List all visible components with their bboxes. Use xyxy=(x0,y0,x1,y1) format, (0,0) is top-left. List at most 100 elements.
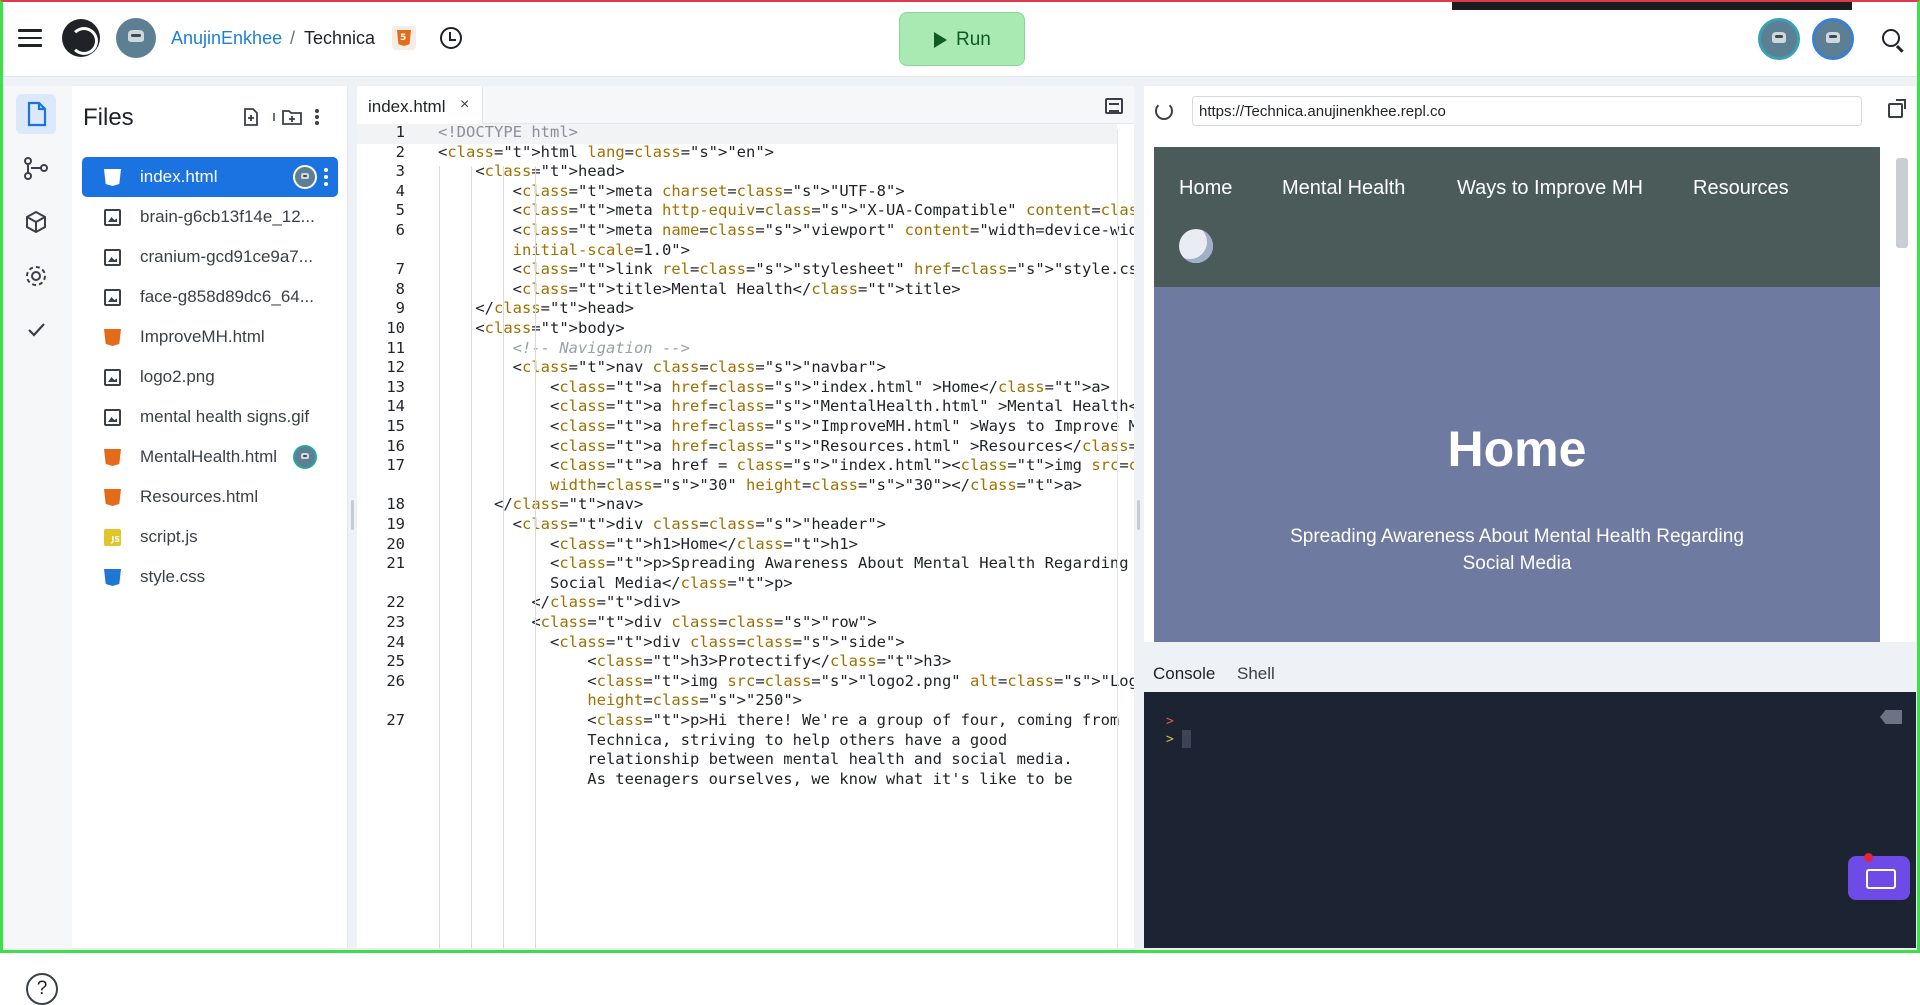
sidebar-rail: ? xyxy=(4,86,72,1005)
top-bar: AnujinEnkhee / Technica 5 Run xyxy=(0,0,1920,77)
indent-guide xyxy=(503,166,504,948)
file-name: mental health signs.gif xyxy=(140,407,310,426)
webview-panel: https://Technica.anujinenkhee.repl.co Ho… xyxy=(1144,86,1916,642)
file-item[interactable]: logo2.png xyxy=(82,357,338,397)
code-area[interactable]: 1 <!DOCTYPE html> 2 <class="t">html lang=cl… xyxy=(357,124,1134,948)
file-name: script.js xyxy=(140,527,198,546)
file-name: Resources.html xyxy=(140,487,259,506)
files-panel: Files index.html brain-g6cb13f14e_12...cr… xyxy=(72,86,348,948)
html5-language-icon[interactable]: 5 xyxy=(392,26,416,50)
site-nav-home[interactable]: Home xyxy=(1179,177,1232,200)
file-item[interactable]: mental health signs.gif xyxy=(82,397,338,437)
preview-scroll-thumb[interactable] xyxy=(1896,158,1908,248)
refresh-icon[interactable] xyxy=(1155,102,1173,120)
site-nav-ways-to-improve[interactable]: Ways to Improve MH xyxy=(1457,177,1643,200)
css-file-icon xyxy=(104,569,121,586)
new-folder-icon[interactable] xyxy=(282,108,302,126)
site-nav-mental-health[interactable]: Mental Health xyxy=(1282,177,1405,200)
user-avatar[interactable] xyxy=(116,18,156,58)
version-control-icon[interactable] xyxy=(16,148,56,188)
tab-index-html[interactable]: index.html × xyxy=(357,86,483,124)
console-panel: Console Shell > > xyxy=(1144,652,1916,948)
site-navbar: Home Mental Health Ways to Improve MH Re… xyxy=(1154,147,1880,287)
close-icon[interactable]: × xyxy=(460,96,469,114)
file-item[interactable]: style.css xyxy=(82,557,338,597)
file-menu-icon[interactable] xyxy=(324,168,328,186)
run-button[interactable]: Run xyxy=(899,12,1025,66)
breadcrumb-user[interactable]: AnujinEnkhee xyxy=(171,28,282,49)
file-item[interactable]: Resources.html xyxy=(82,477,338,517)
console-prompt: > xyxy=(1166,714,1174,729)
files-icon[interactable] xyxy=(16,94,56,134)
console-output[interactable]: > > xyxy=(1144,692,1916,948)
site-logo[interactable] xyxy=(1179,229,1213,263)
toolbar-divider xyxy=(272,108,276,126)
tab-shell[interactable]: Shell xyxy=(1237,664,1275,684)
notification-banner xyxy=(1452,0,1852,10)
console-input-prompt: > xyxy=(1166,732,1174,747)
clear-console-icon[interactable] xyxy=(1880,710,1902,724)
site-nav-resources[interactable]: Resources xyxy=(1693,177,1789,200)
file-name: ImproveMH.html xyxy=(140,327,265,346)
menu-icon[interactable] xyxy=(18,29,42,47)
file-list: index.html brain-g6cb13f14e_12... cranium-… xyxy=(82,157,338,597)
editor-tab-bar: index.html × xyxy=(357,86,1134,124)
file-item[interactable]: MentalHealth.html xyxy=(82,437,338,477)
open-in-new-tab-icon[interactable] xyxy=(1888,99,1906,118)
settings-gear-icon[interactable] xyxy=(16,256,56,296)
console-cursor xyxy=(1182,730,1191,748)
file-name: face-g858d89dc6_64... xyxy=(140,287,314,306)
html-file-icon xyxy=(104,329,121,346)
editor-scrollbar[interactable] xyxy=(1117,130,1127,948)
help-button[interactable]: ? xyxy=(26,973,58,1005)
tab-label: index.html xyxy=(368,97,446,116)
history-icon[interactable] xyxy=(440,27,462,49)
image-file-icon xyxy=(104,209,121,226)
check-icon[interactable] xyxy=(16,310,56,350)
chat-icon[interactable] xyxy=(1848,853,1910,900)
indent-guide xyxy=(471,166,472,948)
collaborator-avatar xyxy=(293,165,317,189)
url-input[interactable]: https://Technica.anujinenkhee.repl.co xyxy=(1192,96,1862,126)
site-preview: Home Mental Health Ways to Improve MH Re… xyxy=(1154,147,1880,642)
code-text: As teenagers ourselves, we know what it'… xyxy=(438,769,1073,788)
site-header: Home Spreading Awareness About Mental He… xyxy=(1154,287,1880,642)
file-item[interactable]: cranium-gcd91ce9a7... xyxy=(82,237,338,277)
file-name: logo2.png xyxy=(140,367,215,386)
replit-logo-icon[interactable] xyxy=(62,19,100,57)
editor-menu-icon[interactable] xyxy=(1105,98,1123,114)
site-subheading: Spreading Awareness About Mental Health … xyxy=(1290,526,1744,574)
image-file-icon xyxy=(104,249,121,266)
file-name: cranium-gcd91ce9a7... xyxy=(140,247,313,266)
file-item[interactable]: ImproveMH.html xyxy=(82,317,338,357)
files-resize-handle[interactable] xyxy=(351,500,354,530)
image-file-icon xyxy=(104,409,121,426)
html-file-icon xyxy=(104,489,121,506)
preview-scrollbar[interactable] xyxy=(1892,138,1910,638)
file-item[interactable]: JS script.js xyxy=(82,517,338,557)
breadcrumb-project[interactable]: Technica xyxy=(304,28,375,49)
html-file-icon xyxy=(104,169,121,186)
play-icon xyxy=(934,32,947,48)
file-item[interactable]: face-g858d89dc6_64... xyxy=(82,277,338,317)
collaborator-avatar[interactable] xyxy=(1758,18,1800,60)
search-icon[interactable] xyxy=(1882,29,1900,47)
run-button-label: Run xyxy=(956,29,991,50)
user-profile-avatar[interactable] xyxy=(1812,18,1854,60)
packages-icon[interactable] xyxy=(16,202,56,242)
image-file-icon xyxy=(104,369,121,386)
new-file-icon[interactable] xyxy=(242,108,260,126)
editor-resize-handle[interactable] xyxy=(1137,500,1140,530)
collaborator-avatar xyxy=(293,445,317,469)
tab-console[interactable]: Console xyxy=(1146,652,1232,692)
html-file-icon xyxy=(104,449,121,466)
file-name: brain-g6cb13f14e_12... xyxy=(140,207,315,226)
files-more-icon[interactable] xyxy=(313,108,321,126)
indent-guide xyxy=(535,166,536,948)
file-item[interactable]: brain-g6cb13f14e_12... xyxy=(82,197,338,237)
site-heading: Home xyxy=(1447,421,1587,477)
file-item[interactable]: index.html xyxy=(82,157,338,197)
files-title: Files xyxy=(83,104,134,131)
url-bar: https://Technica.anujinenkhee.repl.co xyxy=(1144,86,1916,138)
breadcrumb-separator: / xyxy=(290,28,296,48)
